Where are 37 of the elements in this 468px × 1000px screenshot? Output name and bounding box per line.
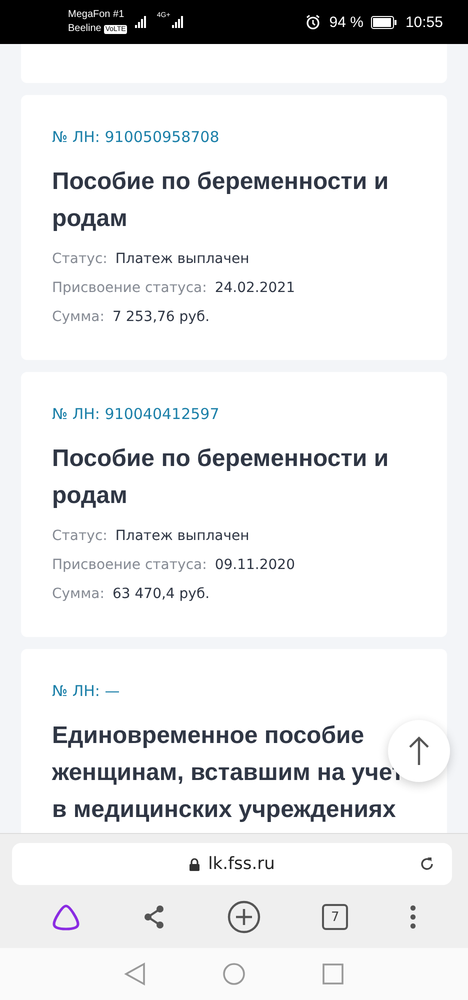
- benefit-title: Пособие по беременности и родам: [52, 444, 390, 511]
- field-label: Сумма:: [52, 585, 104, 604]
- field-value: Платеж выплачен: [115, 250, 250, 269]
- reload-icon[interactable]: [418, 855, 436, 873]
- field-label: Присвоение статуса:: [52, 556, 207, 575]
- field-value: 7 253,76 руб.: [112, 308, 210, 327]
- url-text: lk.fss.ru: [208, 854, 275, 874]
- field-value: 24.02.2021: [214, 279, 295, 298]
- lock-icon: [189, 858, 200, 870]
- share-icon[interactable]: [142, 904, 166, 930]
- carrier-name: Beeline: [68, 22, 102, 36]
- sick-leave-number: № ЛН: 910050958708: [52, 127, 220, 148]
- alarm-icon: [305, 14, 322, 30]
- tabs-button[interactable]: 7: [322, 904, 348, 930]
- field-label: Статус:: [52, 250, 108, 269]
- home-icon[interactable]: [222, 962, 246, 986]
- battery-icon: [371, 16, 398, 28]
- more-icon[interactable]: [409, 904, 418, 930]
- field-label: Сумма:: [52, 308, 104, 327]
- field-label: Присвоение статуса:: [52, 279, 207, 298]
- sick-leave-number: № ЛН: 910040412597: [52, 404, 220, 425]
- sick-leave-number: № ЛН: —: [52, 681, 121, 702]
- back-icon[interactable]: [124, 962, 146, 986]
- assistant-icon[interactable]: [50, 903, 81, 931]
- new-tab-icon[interactable]: [226, 900, 261, 934]
- carrier-name: MegaFon #1: [68, 8, 126, 22]
- signal-icon: [134, 16, 149, 28]
- clock: 10:55: [405, 14, 443, 30]
- field-value: Платеж выплачен: [115, 527, 250, 546]
- benefit-title: Пособие по беременности и родам: [52, 167, 390, 234]
- recents-icon[interactable]: [322, 963, 344, 985]
- field-value: 09.11.2020: [214, 556, 295, 575]
- field-value: 63 470,4 руб.: [112, 585, 210, 604]
- field-label: Статус:: [52, 527, 108, 546]
- address-bar[interactable]: lk.fss.ru: [12, 843, 452, 885]
- arrow-up-icon: [408, 736, 430, 766]
- battery-percent: 94 %: [329, 14, 364, 30]
